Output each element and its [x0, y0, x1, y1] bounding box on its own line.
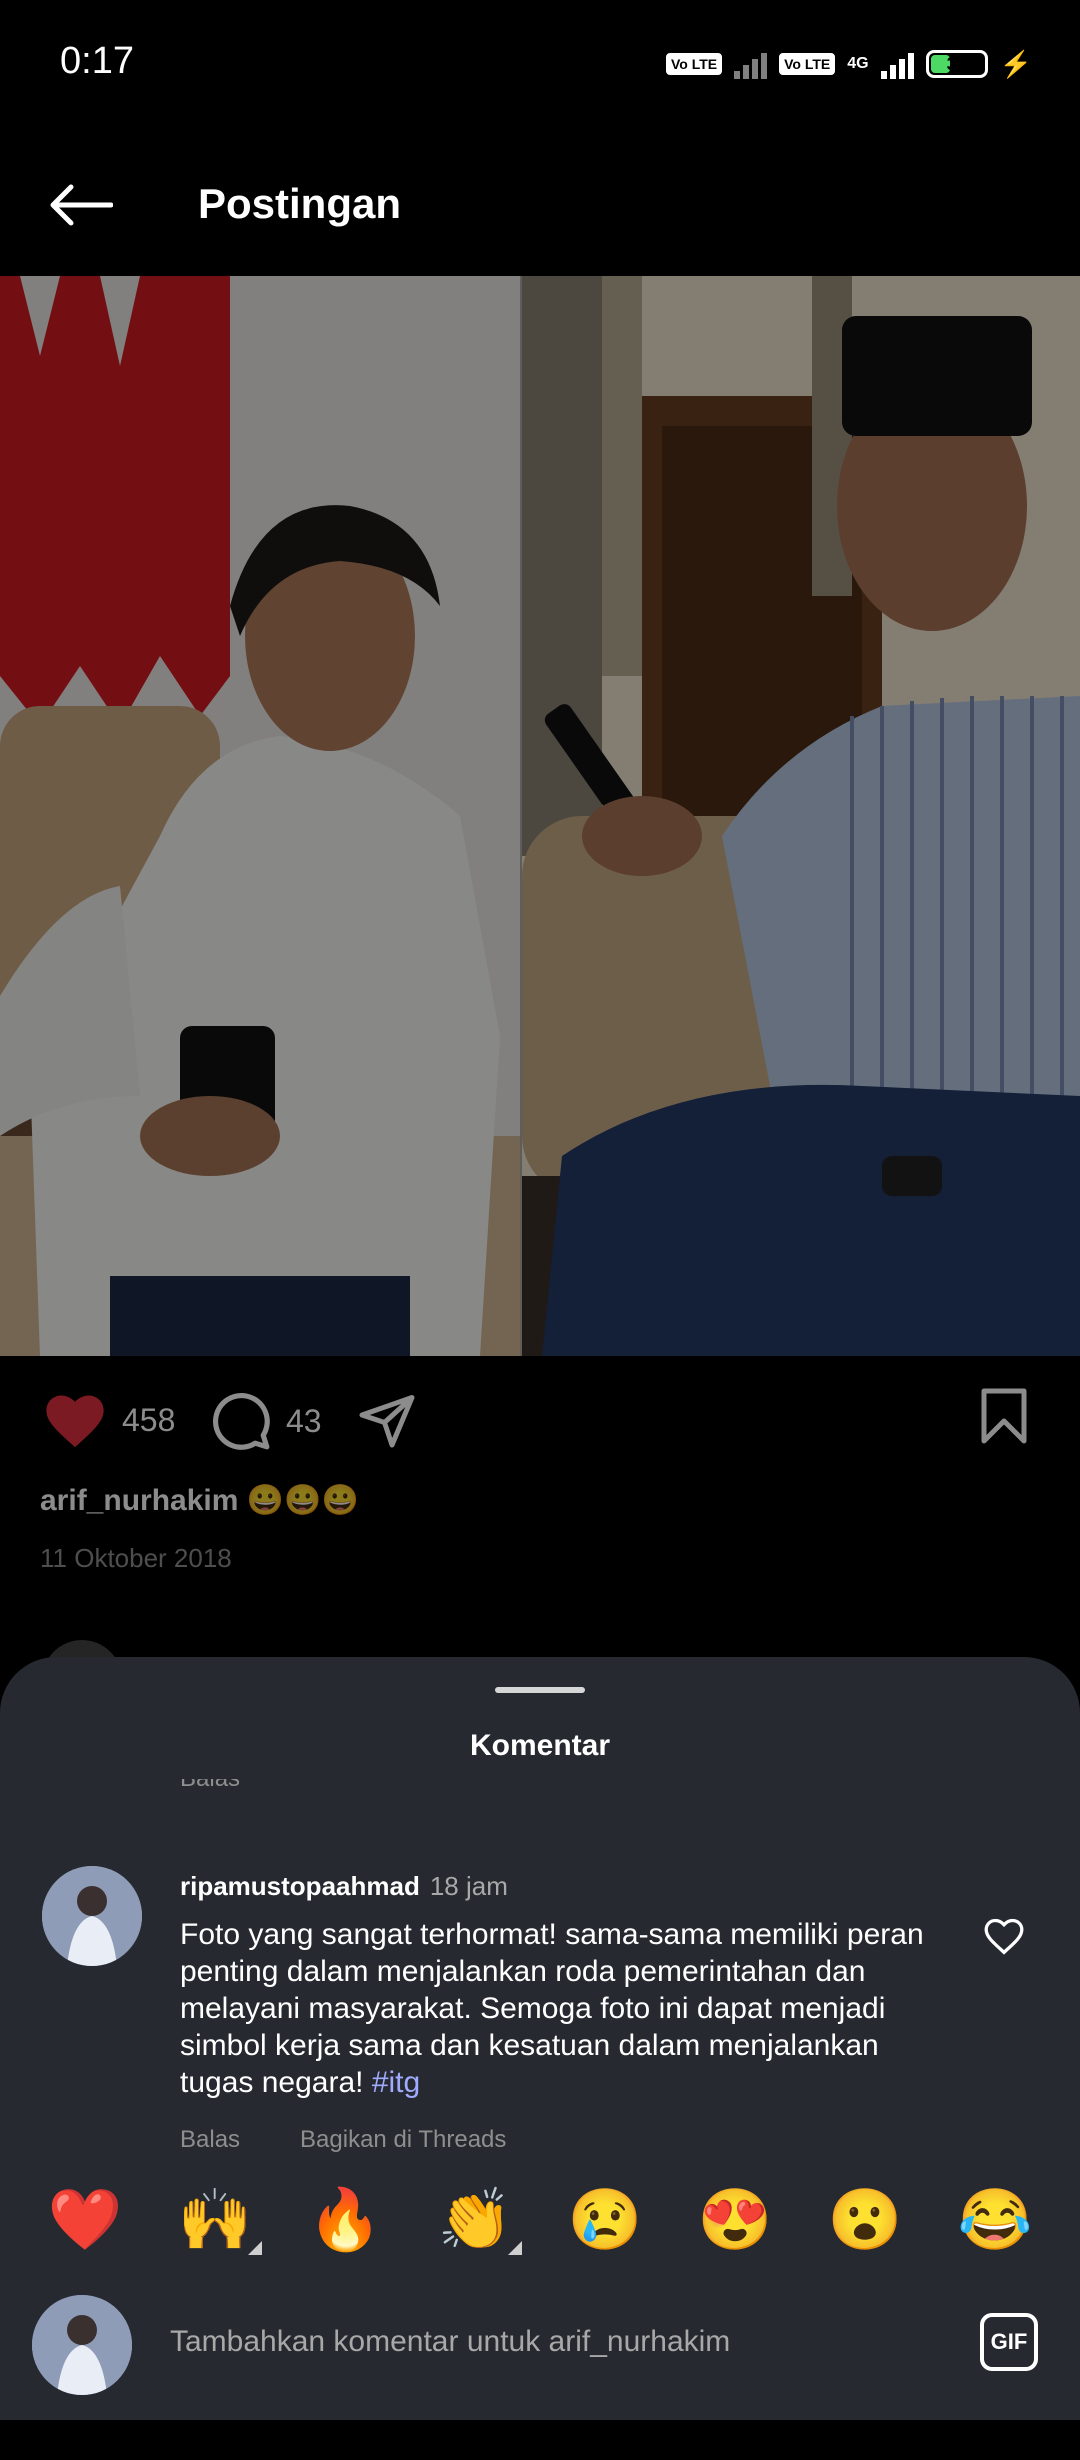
- share-button[interactable]: [356, 1390, 418, 1450]
- comment-time: 18 jam: [429, 1871, 508, 1901]
- arrow-left-icon: [50, 184, 113, 226]
- share-threads-link[interactable]: Bagikan di Threads: [300, 2126, 506, 2153]
- comment-username[interactable]: ripamustopaahmad: [180, 1871, 420, 1901]
- post-image[interactable]: [0, 276, 1080, 1356]
- post-image-left-drawing: [0, 276, 520, 1356]
- emoji-clap[interactable]: 👏: [438, 2185, 523, 2255]
- status-bar: 0:17 Vo LTE Vo LTE 4G 35 ⚡: [0, 0, 1080, 130]
- system-nav-bar: [0, 2420, 1080, 2460]
- save-button[interactable]: [978, 1386, 1030, 1446]
- like-count: 458: [122, 1401, 176, 1438]
- hashtag-link[interactable]: #itg: [372, 2066, 420, 2099]
- comment-button[interactable]: 43: [210, 1390, 322, 1452]
- network-type: 4G: [847, 55, 869, 72]
- avatar-image: [42, 1866, 142, 1966]
- sheet-title: Komentar: [469, 1729, 611, 1762]
- emoji-raised-hands[interactable]: 🙌: [178, 2185, 263, 2255]
- post-image-left: [0, 276, 520, 1356]
- comments-sheet: Komentar Balas ripamustopaahmad 18 jam Fo…: [0, 1657, 1080, 2460]
- battery-level: 35: [946, 54, 967, 74]
- comment-like-button[interactable]: [982, 1916, 1026, 1961]
- page-title: Postingan: [198, 180, 402, 227]
- caption-username[interactable]: arif_nurhakim: [40, 1484, 238, 1517]
- post-image-right-drawing: [522, 276, 1080, 1356]
- emoji-crying[interactable]: 😢: [568, 2185, 643, 2255]
- comment-header: ripamustopaahmad 18 jam: [180, 1871, 508, 1902]
- reply-link[interactable]: Balas: [180, 1779, 240, 1793]
- post-actions: 458 43: [0, 1360, 1080, 1480]
- emoji-fire[interactable]: 🔥: [308, 2185, 383, 2255]
- reply-link[interactable]: Balas: [180, 2126, 240, 2153]
- back-button[interactable]: [40, 165, 120, 245]
- drag-handle[interactable]: [495, 1687, 585, 1693]
- charging-icon: ⚡: [999, 48, 1032, 79]
- avatar: [32, 2295, 132, 2395]
- comment-input[interactable]: Tambahkan komentar untuk arif_nurhakim: [170, 2325, 730, 2359]
- emoji-heart[interactable]: ❤️: [48, 2185, 123, 2255]
- heart-filled-icon: [46, 1395, 104, 1448]
- signal-icon-2: [880, 49, 914, 79]
- avatar-image: [32, 2295, 132, 2395]
- comment-bubble-icon: [212, 1392, 270, 1450]
- caption-text: 😀😀😀: [246, 1484, 359, 1517]
- comments-list[interactable]: Balas ripamustopaahmad 18 jam Foto yang s…: [0, 1779, 1080, 2167]
- post-image-right: [522, 276, 1080, 1356]
- heart-outline-icon: [984, 1918, 1024, 1955]
- comment-actions: Balas Bagikan di Threads: [180, 2126, 566, 2154]
- volte-badge-1: Vo LTE: [665, 53, 723, 75]
- status-time: 0:17: [60, 40, 134, 82]
- comment-text: Foto yang sangat terhormat! sama-sama me…: [180, 1918, 924, 2099]
- like-button[interactable]: 458: [42, 1390, 175, 1450]
- emoji-surprised[interactable]: 😮: [828, 2185, 903, 2255]
- status-icons: Vo LTE Vo LTE 4G 35 ⚡: [665, 44, 1032, 84]
- post-caption: arif_nurhakim 😀😀😀: [40, 1483, 359, 1518]
- signal-icon-1: [734, 49, 768, 79]
- bookmark-icon: [981, 1388, 1027, 1444]
- emoji-laughing[interactable]: 😂: [958, 2185, 1033, 2255]
- avatar[interactable]: [42, 1866, 142, 1966]
- comment-composer: Tambahkan komentar untuk arif_nurhakim G…: [0, 2275, 1080, 2415]
- gif-button[interactable]: GIF: [980, 2313, 1038, 2371]
- send-icon: [359, 1395, 415, 1448]
- quick-emoji-bar: ❤️ 🙌 🔥 👏 😢 😍 😮 😂: [0, 2165, 1080, 2275]
- comment-count: 43: [286, 1402, 322, 1439]
- top-app-bar: Postingan: [0, 130, 1080, 275]
- emoji-heart-eyes[interactable]: 😍: [698, 2185, 773, 2255]
- battery-icon: 35: [925, 50, 988, 78]
- post-date: 11 Oktober 2018: [40, 1543, 232, 1573]
- volte-badge-2: Vo LTE: [779, 53, 836, 75]
